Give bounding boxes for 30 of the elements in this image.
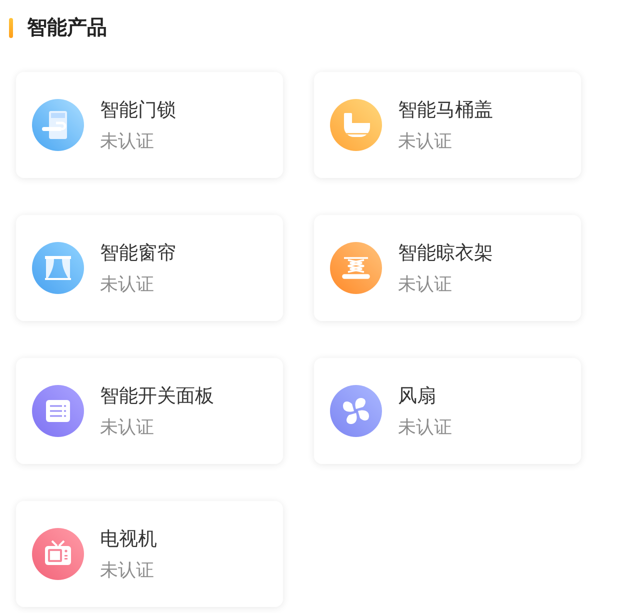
drying-rack-icon <box>330 242 382 294</box>
door-lock-icon <box>32 99 84 151</box>
certification-status: 未认证 <box>100 559 155 582</box>
product-card[interactable]: 智能开关面板 未认证 <box>16 358 283 464</box>
product-card[interactable]: 风扇 未认证 <box>314 358 581 464</box>
product-card[interactable]: 电视机 未认证 <box>16 501 283 607</box>
fan-icon <box>330 385 382 437</box>
product-name: 智能马桶盖 <box>398 98 493 123</box>
certification-status: 未认证 <box>398 130 453 153</box>
accent-bar <box>9 18 13 38</box>
product-name: 智能晾衣架 <box>398 241 493 266</box>
product-card[interactable]: 智能窗帘 未认证 <box>16 215 283 321</box>
product-card[interactable]: 智能门锁 未认证 <box>16 72 283 178</box>
tv-icon <box>32 528 84 580</box>
certification-status: 未认证 <box>100 416 155 439</box>
product-name: 电视机 <box>100 527 157 552</box>
product-name: 智能窗帘 <box>100 241 176 266</box>
certification-status: 未认证 <box>398 416 452 439</box>
product-name: 智能开关面板 <box>100 384 214 409</box>
certification-status: 未认证 <box>398 273 453 296</box>
section-title: 智能产品 <box>27 14 107 41</box>
curtain-icon <box>32 242 84 294</box>
product-card[interactable]: 智能马桶盖 未认证 <box>314 72 581 178</box>
product-card[interactable]: 智能晾衣架 未认证 <box>314 215 581 321</box>
toilet-icon <box>330 99 382 151</box>
certification-status: 未认证 <box>100 130 155 153</box>
certification-status: 未认证 <box>100 273 155 296</box>
product-name: 智能门锁 <box>100 98 176 123</box>
switch-panel-icon <box>32 385 84 437</box>
product-name: 风扇 <box>398 384 437 409</box>
